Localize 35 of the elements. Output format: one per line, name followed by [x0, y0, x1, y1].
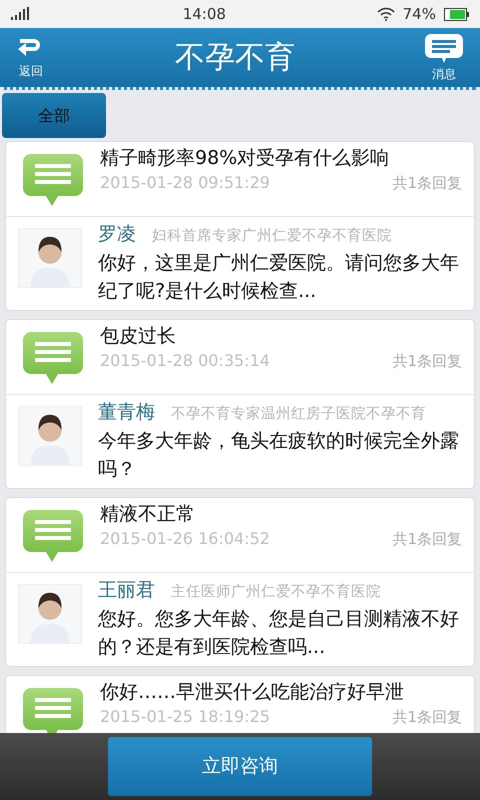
question-title: 包皮过长 — [100, 324, 177, 349]
messages-button[interactable]: 消息 — [424, 32, 464, 82]
doctor-avatar — [18, 584, 82, 644]
message-icon — [424, 32, 464, 64]
status-time: 14:08 — [182, 4, 226, 25]
doctor-avatar — [18, 228, 82, 288]
reply-count: 共1条回复 — [392, 172, 462, 194]
wifi-icon — [376, 7, 395, 21]
page-title: 不孕不育 — [175, 39, 295, 77]
doctor-name: 董青梅 — [98, 400, 155, 425]
reply-preview: 你好，这里是广州仁爱医院。请问您多大年纪了呢?是什么时候检查... — [98, 250, 460, 304]
category-tab[interactable]: 全部 — [2, 93, 106, 138]
doctor-title: 妇科首席专家广州仁爱不孕不育医院 — [152, 226, 392, 246]
reply-preview: 您好。您多大年龄、您是自己目测精液不好的？还是有到医院检查吗... — [98, 606, 460, 660]
doctor-title: 主任医师广州仁爱不孕不育医院 — [171, 582, 381, 602]
reply-count: 共1条回复 — [392, 706, 462, 728]
question-title: 你好……早泄买什么吃能治疗好早泄 — [100, 680, 405, 705]
doctor-name: 罗凌 — [98, 222, 136, 247]
question-title: 精液不正常 — [100, 502, 196, 527]
reply-count: 共1条回复 — [392, 528, 462, 550]
question-date: 2015-01-25 18:19:25 — [100, 706, 270, 728]
question-date: 2015-01-28 00:35:14 — [100, 350, 270, 372]
reply-preview: 今年多大年龄，龟头在疲软的时候完全外露吗？ — [98, 428, 460, 482]
doctor-title: 不孕不育专家温州红房子医院不孕不育 — [171, 404, 426, 424]
question-date: 2015-01-26 16:04:52 — [100, 528, 270, 550]
doctor-avatar — [18, 406, 82, 466]
signal-icon — [10, 7, 32, 21]
consult-button[interactable]: 立即咨询 — [108, 737, 372, 796]
back-button[interactable]: 返回 — [16, 36, 46, 80]
question-title: 精子畸形率98%对受孕有什么影响 — [100, 146, 390, 171]
question-date: 2015-01-28 09:51:29 — [100, 172, 270, 194]
doctor-name: 王丽君 — [98, 578, 155, 603]
reply-count: 共1条回复 — [392, 350, 462, 372]
battery-percent: 74% — [402, 4, 436, 25]
battery-icon — [444, 8, 470, 20]
